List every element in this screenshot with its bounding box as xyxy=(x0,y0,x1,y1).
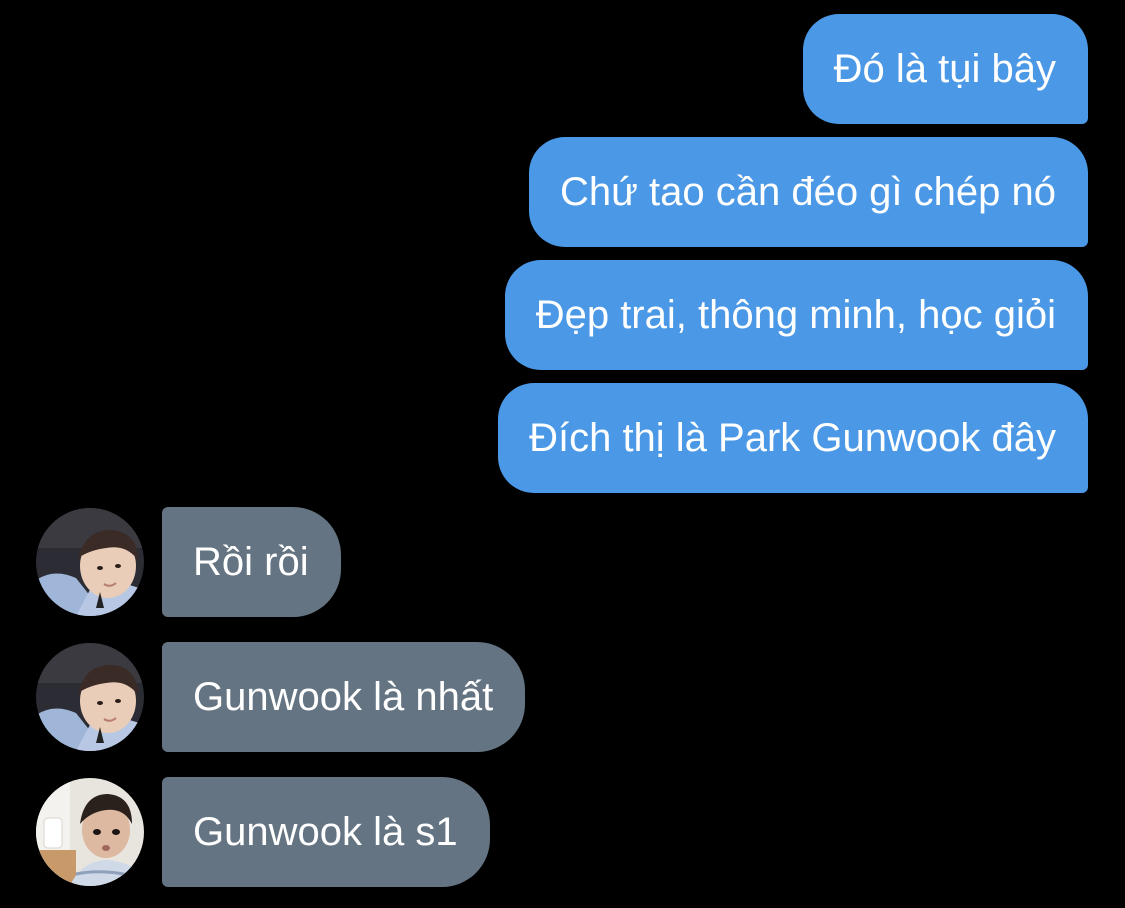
message-text: Gunwook là nhất xyxy=(193,675,494,719)
sent-message-bubble[interactable]: Đó là tụi bây xyxy=(802,14,1088,124)
profile-photo-icon xyxy=(36,778,144,886)
received-message-bubble[interactable]: Rồi rồi xyxy=(162,507,341,617)
chat-thread: Đó là tụi bây Chứ tao cần đéo gì chép nó… xyxy=(0,0,1125,908)
received-message-bubble[interactable]: Gunwook là s1 xyxy=(162,777,490,887)
profile-photo-icon xyxy=(36,643,144,751)
message-text: Rồi rồi xyxy=(193,540,309,584)
message-text: Gunwook là s1 xyxy=(193,810,458,854)
sender-avatar[interactable] xyxy=(36,643,144,751)
sender-avatar[interactable] xyxy=(36,508,144,616)
sent-message-bubble[interactable]: Chứ tao cần đéo gì chép nó xyxy=(528,137,1088,247)
message-text: Đó là tụi bây xyxy=(833,47,1056,91)
sent-message-bubble[interactable]: Đích thị là Park Gunwook đây xyxy=(498,383,1088,493)
profile-photo-icon xyxy=(36,508,144,616)
message-text: Đích thị là Park Gunwook đây xyxy=(529,416,1056,460)
sender-avatar[interactable] xyxy=(36,778,144,886)
received-message-bubble[interactable]: Gunwook là nhất xyxy=(162,642,526,752)
message-text: Đẹp trai, thông minh, học giỏi xyxy=(535,293,1056,337)
sent-message-bubble[interactable]: Đẹp trai, thông minh, học giỏi xyxy=(504,260,1088,370)
message-text: Chứ tao cần đéo gì chép nó xyxy=(559,170,1056,214)
